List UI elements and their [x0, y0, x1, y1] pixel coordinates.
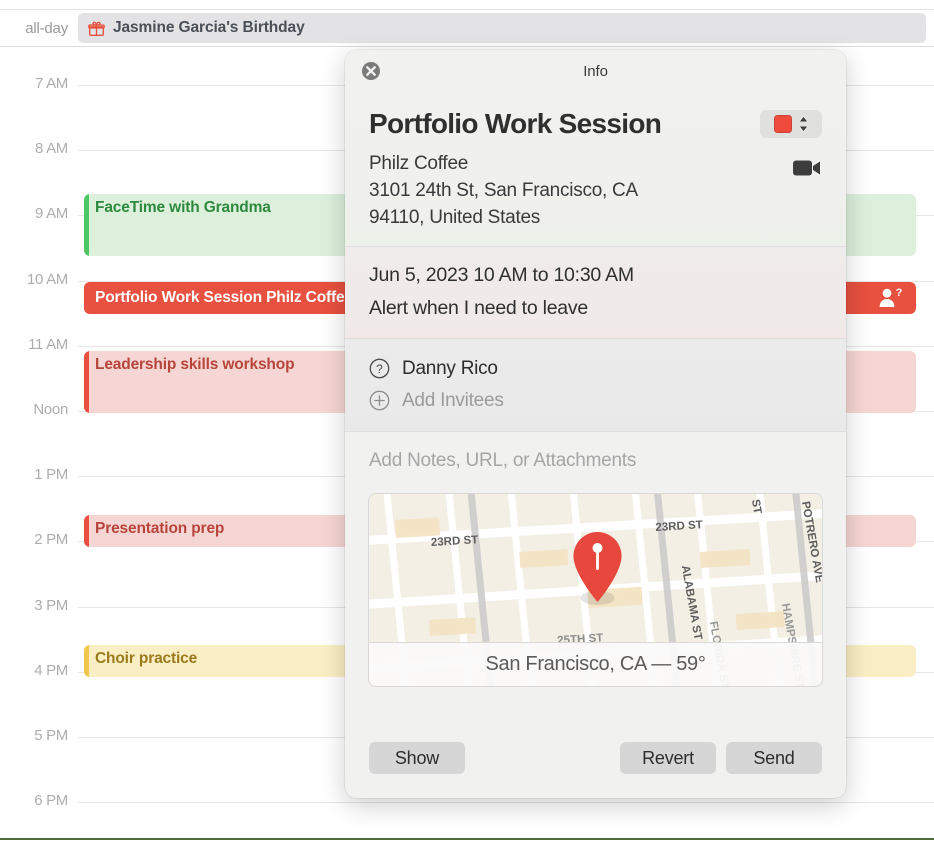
- popover-section-schedule: Jun 5, 2023 10 AM to 10:30 AM Alert when…: [345, 247, 846, 338]
- all-day-event-birthday[interactable]: Jasmine Garcia's Birthday: [78, 13, 926, 43]
- location-map[interactable]: 23RD ST 23RD ST 25TH ST ALABAMA ST FLORI…: [369, 493, 822, 686]
- attendee-question-icon: ?: [879, 287, 903, 307]
- event-datetime[interactable]: Jun 5, 2023 10 AM to 10:30 AM: [369, 262, 822, 288]
- hour-label-2-pm: 2 PM: [34, 531, 68, 549]
- hour-label-5-pm: 5 PM: [34, 727, 68, 744]
- event-info-popover: Info Portfolio Work Session Philz Coffee…: [345, 50, 846, 798]
- calendar-event-title: Leadership skills workshop: [95, 356, 295, 373]
- gift-icon: [88, 21, 105, 36]
- calendar-day-view: all-day Jasmine Garcia's Birthday 7 AM 8 …: [0, 0, 934, 850]
- calendar-event-title: Choir practice: [95, 650, 198, 667]
- popover-section-details: Portfolio Work Session Philz Coffee 3101…: [345, 92, 846, 247]
- hour-label-7-am: 7 AM: [35, 75, 68, 92]
- popover-title: Info: [583, 62, 608, 80]
- color-swatch: [773, 115, 792, 134]
- event-color-picker[interactable]: [760, 110, 822, 139]
- event-color-bar: [84, 645, 89, 677]
- all-day-event-title: Jasmine Garcia's Birthday: [113, 19, 305, 36]
- close-icon[interactable]: [361, 61, 381, 81]
- event-location[interactable]: Philz Coffee 3101 24th St, San Francisco…: [369, 151, 638, 232]
- map-footer-label: San Francisco, CA — 59°: [369, 641, 822, 686]
- location-address-line1: 3101 24th St, San Francisco, CA: [369, 180, 638, 202]
- hour-label-4-pm: 4 PM: [34, 661, 68, 679]
- event-color-bar: [84, 282, 89, 314]
- window-top-strip: [0, 0, 934, 10]
- popover-buttons: Show Revert Send: [345, 728, 846, 798]
- hour-label-1-pm: 1 PM: [34, 466, 68, 484]
- notes-input[interactable]: Add Notes, URL, or Attachments: [369, 450, 822, 472]
- hour-label-3-pm: 3 PM: [34, 596, 68, 614]
- popover-section-notes: Add Notes, URL, or Attachments: [345, 431, 846, 482]
- hour-label-6-pm: 6 PM: [34, 792, 68, 810]
- add-invitees-label: Add Invitees: [402, 389, 504, 411]
- popover-section-invitees: ? Danny Rico Add Invitees: [345, 338, 846, 431]
- all-day-row: all-day Jasmine Garcia's Birthday: [0, 11, 934, 45]
- hour-line: [78, 802, 934, 804]
- hour-label-9-am: 9 AM: [35, 205, 68, 223]
- question-circle-icon: ?: [369, 358, 390, 379]
- all-day-label: all-day: [25, 19, 68, 37]
- revert-button[interactable]: Revert: [620, 742, 716, 774]
- hour-label-8-am: 8 AM: [35, 140, 68, 158]
- svg-text:?: ?: [376, 362, 383, 376]
- hour-label-10-am: 10 AM: [26, 270, 68, 288]
- event-color-bar: [84, 194, 89, 256]
- location-name: Philz Coffee: [369, 153, 469, 175]
- hour-label-noon: Noon: [33, 401, 68, 418]
- send-button[interactable]: Send: [726, 742, 822, 774]
- show-button[interactable]: Show: [369, 742, 465, 774]
- event-alert[interactable]: Alert when I need to leave: [369, 295, 822, 321]
- event-title[interactable]: Portfolio Work Session: [369, 108, 662, 140]
- add-invitees-row[interactable]: Add Invitees: [369, 385, 822, 417]
- event-location-row: Philz Coffee 3101 24th St, San Francisco…: [369, 151, 822, 232]
- plus-circle-icon: [369, 390, 390, 411]
- svg-text:ST: ST: [749, 498, 763, 515]
- popover-titlebar: Info: [345, 50, 846, 92]
- stepper-arrows-icon: [799, 117, 807, 132]
- calendar-event-title: Presentation prep: [95, 520, 225, 537]
- video-camera-icon[interactable]: [792, 156, 822, 180]
- location-address-line2: 94110, United States: [369, 207, 541, 229]
- svg-text:?: ?: [896, 287, 903, 299]
- bottom-accent-rule: [0, 838, 934, 840]
- hour-label-11-am: 11 AM: [28, 335, 68, 353]
- event-color-bar: [84, 515, 89, 547]
- calendar-event-title: FaceTime with Grandma: [95, 199, 271, 216]
- invitee-name: Danny Rico: [402, 357, 498, 379]
- event-title-row: Portfolio Work Session: [369, 108, 822, 140]
- invitee-row[interactable]: ? Danny Rico: [369, 353, 822, 385]
- event-color-bar: [84, 351, 89, 413]
